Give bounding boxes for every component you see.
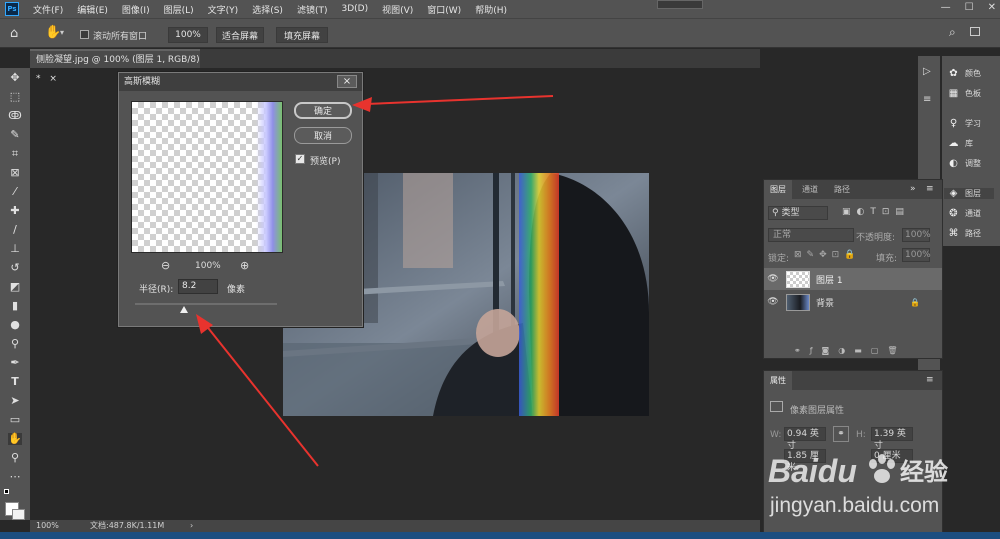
width-input[interactable]: 0.94 英寸 [784,427,826,451]
panel-swatches[interactable]: ▦ 色板 [948,88,981,99]
watermark-cn: 经验 [900,458,948,486]
layers-footer-icons[interactable]: ⚭ƒ◙◑▬▢🗑 [794,346,907,355]
grid-icon: ▦ [948,88,959,99]
paw-icon [869,454,895,483]
fill-input[interactable]: 100% [902,248,931,262]
arrow-to-ok-line [365,95,554,105]
panel-libraries-label: 库 [965,139,973,148]
panel-paths-label: 路径 [965,229,981,238]
layer-name: 背景 [816,298,835,309]
status-doc-info: 文档:487.8K/1.11M [90,521,165,530]
panel-color-label: 颜色 [965,69,981,78]
layer-filter-select[interactable]: ⚲ 类型 [768,206,828,220]
tab-channels[interactable]: 通道 [796,180,824,199]
panel-color[interactable]: ✿ 颜色 [948,68,981,79]
opacity-label: 不透明度: [856,233,896,243]
panel-channels[interactable]: ❂ 通道 [948,208,981,219]
link-icon[interactable]: ⚭ [833,426,849,442]
properties-subtitle: 像素图层属性 [790,406,845,416]
width-label: W: [770,430,782,440]
opacity-input[interactable]: 100% [902,228,931,242]
channels-icon: ❂ [949,208,958,219]
layer-row[interactable]: 👁 图层 1 [764,268,942,290]
watermark-brand: Baidu [768,453,857,489]
layers-panel: 图层 通道 路径 » ≡ ⚲ 类型 ▣◐T⊡▤ 正常 不透明度: 100% 锁定… [763,179,943,359]
lock-icon: 🔒 [910,297,920,307]
baidu-jingyan-watermark: Baidu 经验 jingyan.baidu.com [768,446,1000,526]
visibility-eye-icon[interactable]: 👁 [764,297,782,307]
cloud-icon: ☁ [948,138,959,149]
arrow-to-ok-head [352,97,372,112]
os-taskbar [0,532,1000,539]
properties-header: 属性 ≡ [764,371,942,390]
layer-thumbnail [786,270,810,288]
panel-paths[interactable]: ⌘ 路径 [948,228,982,239]
status-zoom[interactable]: 100% [36,520,59,532]
panel-layers[interactable]: ◈ 图层 [944,188,994,199]
status-menu-chevron-icon[interactable]: › [190,520,193,532]
pixel-layer-icon [770,401,783,412]
panel-layers-label: 图层 [965,189,981,198]
height-input[interactable]: 1.39 英寸 [871,427,913,451]
layer-name: 图层 1 [816,275,843,286]
panel-channels-label: 通道 [965,209,981,218]
history-icon[interactable]: ▷ [923,66,931,77]
layer-filter-icons[interactable]: ▣◐T⊡▤ [842,207,910,217]
tab-layers[interactable]: 图层 [764,180,792,199]
properties-icon[interactable]: ≡ [923,94,931,105]
fill-label: 填充: [876,254,898,264]
layer-thumbnail [786,293,810,311]
panel-swatches-label: 色板 [965,89,981,98]
palette-icon: ✿ [949,68,958,79]
lock-icons[interactable]: ⊠✎✥⊡🔒 [794,250,860,260]
layer-filter-value: 类型 [781,208,800,218]
panel-adjustments[interactable]: ◐ 调整 [948,158,981,169]
watermark-logo: Baidu 经验 jingyan.baidu.com [768,453,948,517]
tab-properties[interactable]: 属性 [764,371,792,390]
panel-libraries[interactable]: ☁ 库 [948,138,974,149]
watermark-url: jingyan.baidu.com [769,494,939,517]
panel-menu-icon[interactable]: ≡ [926,184,934,194]
visibility-eye-icon[interactable]: 👁 [764,274,782,284]
bulb-icon: ♀ [949,118,958,129]
panel-learn-label: 学习 [965,119,981,128]
collapse-icon[interactable]: » [910,184,916,194]
circle-half-icon: ◐ [949,158,958,169]
height-label: H: [856,430,866,440]
layers-icon: ◈ [949,188,958,199]
panel-learn[interactable]: ♀ 学习 [948,118,981,129]
tab-paths[interactable]: 路径 [828,180,856,199]
layers-panel-tabs: 图层 通道 路径 » ≡ [764,180,942,199]
panel-adjustments-label: 调整 [965,159,981,168]
search-icon: ⚲ [772,208,779,218]
panel-dock-labels: ✿ 颜色 ▦ 色板 ♀ 学习 ☁ 库 ◐ 调整 ◈ 图层 ❂ 通道 ⌘ 路径 [942,56,1000,246]
path-icon: ⌘ [948,228,959,239]
layer-row[interactable]: 👁 背景 🔒 [764,291,942,313]
blend-mode-select[interactable]: 正常 [768,228,854,242]
status-bar: 100% 文档:487.8K/1.11M › [30,520,760,532]
panel-menu-icon[interactable]: ≡ [926,375,934,385]
lock-label: 锁定: [768,254,790,264]
arrow-to-slider-line [204,323,319,467]
